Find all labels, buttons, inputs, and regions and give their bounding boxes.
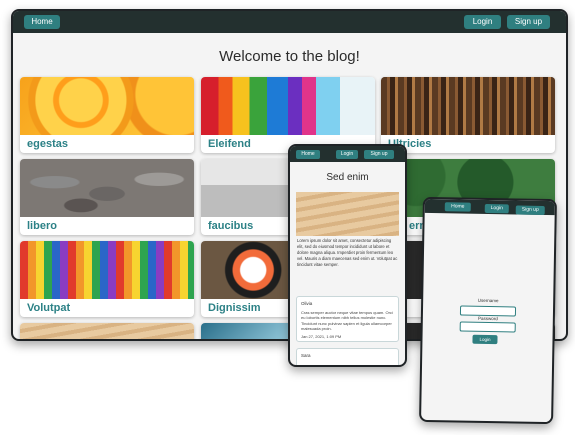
tablet-navbar: Home Login Sign up: [424, 198, 555, 216]
comment-card: Olivia Cras semper auctor neque vitae te…: [296, 296, 399, 342]
phone-mock: Home Login Sign up Sed enim Lorem ipsum …: [288, 144, 407, 367]
blog-card[interactable]: egestas: [20, 77, 194, 153]
card-label: egestas: [27, 138, 68, 150]
blog-card[interactable]: libero: [20, 159, 194, 235]
card-image-pebbles: [20, 159, 194, 217]
desktop-navbar: Home Login Sign up: [13, 11, 566, 33]
card-image-paint: [201, 77, 375, 135]
card-image-sand: [20, 323, 194, 339]
login-button[interactable]: Login: [336, 150, 358, 159]
login-submit-button[interactable]: Login: [472, 334, 498, 345]
card-image-library: [381, 77, 555, 135]
comment-author: Sara: [301, 353, 311, 358]
card-label: Volutpat: [27, 302, 71, 314]
signup-button[interactable]: Sign up: [507, 15, 550, 29]
card-image-oranges: [20, 77, 194, 135]
post-body: Lorem ipsum dolor sit amet, consectetur …: [297, 238, 398, 267]
comment-body: Cras semper auctor neque vitae tempus qu…: [301, 310, 393, 332]
comment-author: Olivia: [301, 301, 313, 306]
comment-date: Jan 27, 2021, 1:09 PM: [301, 333, 342, 339]
post-title: Sed enim: [326, 172, 369, 183]
login-button[interactable]: Login: [484, 203, 509, 214]
post-image-sand: [296, 192, 399, 236]
card-label: Ultricies: [388, 138, 432, 150]
login-button[interactable]: Login: [464, 15, 501, 29]
tablet-mock: Home Login Sign up Username Password Log…: [419, 196, 557, 425]
signup-button[interactable]: Sign up: [364, 150, 394, 159]
blog-card[interactable]: Volutpat: [20, 241, 194, 317]
page-title: Welcome to the blog!: [219, 48, 360, 65]
blog-card[interactable]: Ultricies: [381, 77, 555, 153]
home-button[interactable]: Home: [296, 150, 320, 159]
phone-navbar: Home Login Sign up: [290, 146, 405, 162]
card-image-color-corridor: [20, 241, 194, 299]
card-label: libero: [27, 220, 57, 232]
home-button[interactable]: Home: [24, 15, 60, 29]
home-button[interactable]: Home: [444, 202, 471, 212]
username-label: Username: [477, 297, 499, 304]
comment-card: Sara: [296, 348, 399, 365]
signup-button[interactable]: Sign up: [515, 205, 545, 215]
blog-card[interactable]: Eleifend: [201, 77, 375, 153]
blog-card[interactable]: [20, 323, 194, 339]
password-input[interactable]: [459, 321, 516, 333]
